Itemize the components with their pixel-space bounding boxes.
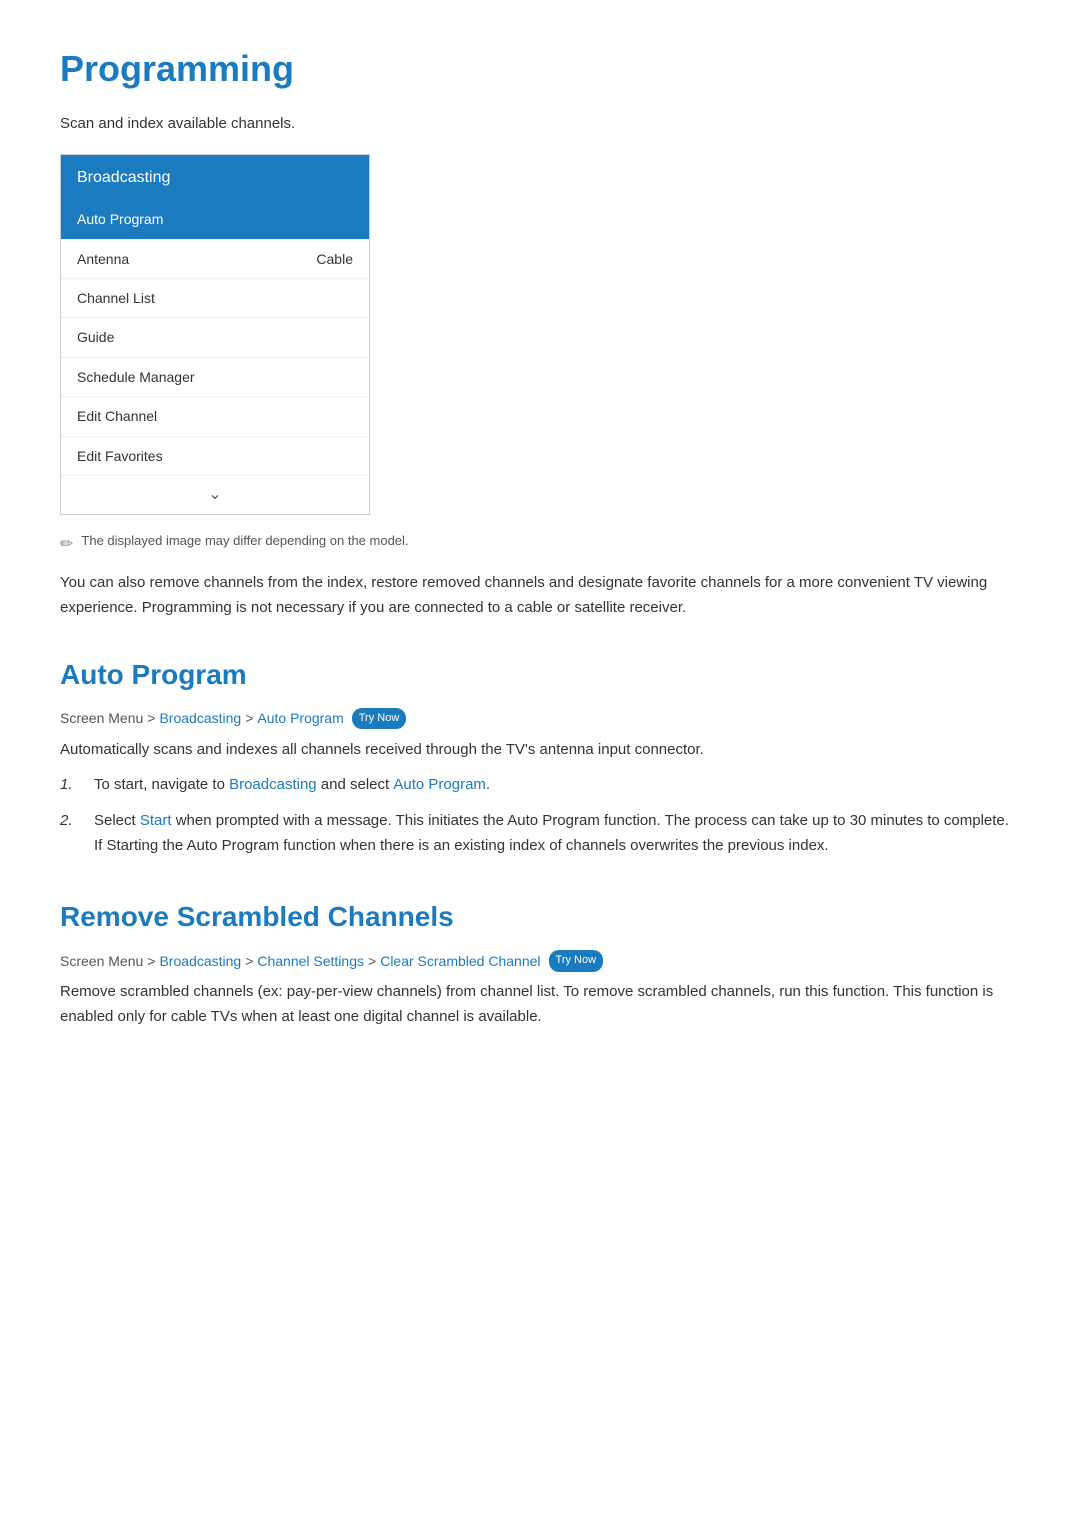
- breadcrumb-sep-2: >: [245, 707, 253, 729]
- note-line: ✏ The displayed image may differ dependi…: [60, 531, 1020, 558]
- breadcrumb-sep-4: >: [245, 950, 253, 972]
- breadcrumb-screen-menu: Screen Menu: [60, 707, 143, 729]
- step-1-text: To start, navigate to Broadcasting and s…: [94, 773, 1020, 798]
- breadcrumb-sep-1: >: [147, 707, 155, 729]
- breadcrumb-broadcasting-2[interactable]: Broadcasting: [159, 950, 241, 972]
- remove-scrambled-title: Remove Scrambled Channels: [60, 895, 1020, 940]
- auto-program-section: Auto Program Screen Menu > Broadcasting …: [60, 653, 1020, 859]
- menu-item-channel-list[interactable]: Channel List: [61, 278, 369, 317]
- try-now-scrambled[interactable]: Try Now: [549, 950, 604, 972]
- menu-label-edit-channel: Edit Channel: [77, 405, 157, 427]
- note-text: The displayed image may differ depending…: [81, 531, 408, 552]
- step-1-link-auto-program[interactable]: Auto Program: [393, 776, 486, 793]
- breadcrumb-sep-5: >: [368, 950, 376, 972]
- auto-program-title: Auto Program: [60, 653, 1020, 698]
- remove-scrambled-breadcrumb: Screen Menu > Broadcasting > Channel Set…: [60, 950, 1020, 972]
- page-description: You can also remove channels from the in…: [60, 571, 1020, 621]
- menu-item-auto-program[interactable]: Auto Program: [61, 200, 369, 238]
- menu-header: Broadcasting: [61, 155, 369, 201]
- step-2-num: 2.: [60, 809, 82, 859]
- menu-item-antenna[interactable]: Antenna Cable: [61, 239, 369, 278]
- pencil-icon: ✏: [60, 532, 73, 558]
- menu-item-edit-favorites[interactable]: Edit Favorites: [61, 436, 369, 475]
- breadcrumb-screen-menu-2: Screen Menu: [60, 950, 143, 972]
- auto-program-steps: 1. To start, navigate to Broadcasting an…: [60, 773, 1020, 859]
- page-title: Programming: [60, 40, 1020, 98]
- breadcrumb-auto-program[interactable]: Auto Program: [257, 707, 343, 729]
- remove-scrambled-description: Remove scrambled channels (ex: pay-per-v…: [60, 980, 1020, 1030]
- breadcrumb-channel-settings[interactable]: Channel Settings: [257, 950, 364, 972]
- step-2-text: Select Start when prompted with a messag…: [94, 809, 1020, 859]
- breadcrumb-sep-3: >: [147, 950, 155, 972]
- step-2: 2. Select Start when prompted with a mes…: [60, 809, 1020, 859]
- step-1-num: 1.: [60, 773, 82, 798]
- step-2-link-start[interactable]: Start: [140, 812, 172, 829]
- breadcrumb-clear-scrambled[interactable]: Clear Scrambled Channel: [380, 950, 540, 972]
- page-subtitle: Scan and index available channels.: [60, 112, 1020, 136]
- menu-item-schedule-manager[interactable]: Schedule Manager: [61, 357, 369, 396]
- menu-chevron: ⌄: [61, 475, 369, 514]
- menu-label-schedule-manager: Schedule Manager: [77, 366, 195, 388]
- auto-program-description: Automatically scans and indexes all chan…: [60, 738, 1020, 763]
- breadcrumb-broadcasting-1[interactable]: Broadcasting: [159, 707, 241, 729]
- menu-item-edit-channel[interactable]: Edit Channel: [61, 396, 369, 435]
- menu-label-antenna: Antenna: [77, 248, 129, 270]
- menu-label-guide: Guide: [77, 326, 114, 348]
- step-1-link-broadcasting[interactable]: Broadcasting: [229, 776, 317, 793]
- try-now-auto-program[interactable]: Try Now: [352, 708, 407, 730]
- menu-value-antenna: Cable: [316, 248, 353, 270]
- auto-program-breadcrumb: Screen Menu > Broadcasting > Auto Progra…: [60, 707, 1020, 729]
- step-1: 1. To start, navigate to Broadcasting an…: [60, 773, 1020, 798]
- menu-label-channel-list: Channel List: [77, 287, 155, 309]
- menu-item-guide[interactable]: Guide: [61, 317, 369, 356]
- remove-scrambled-section: Remove Scrambled Channels Screen Menu > …: [60, 895, 1020, 1030]
- menu-box: Broadcasting Auto Program Antenna Cable …: [60, 154, 370, 515]
- menu-label-edit-favorites: Edit Favorites: [77, 445, 163, 467]
